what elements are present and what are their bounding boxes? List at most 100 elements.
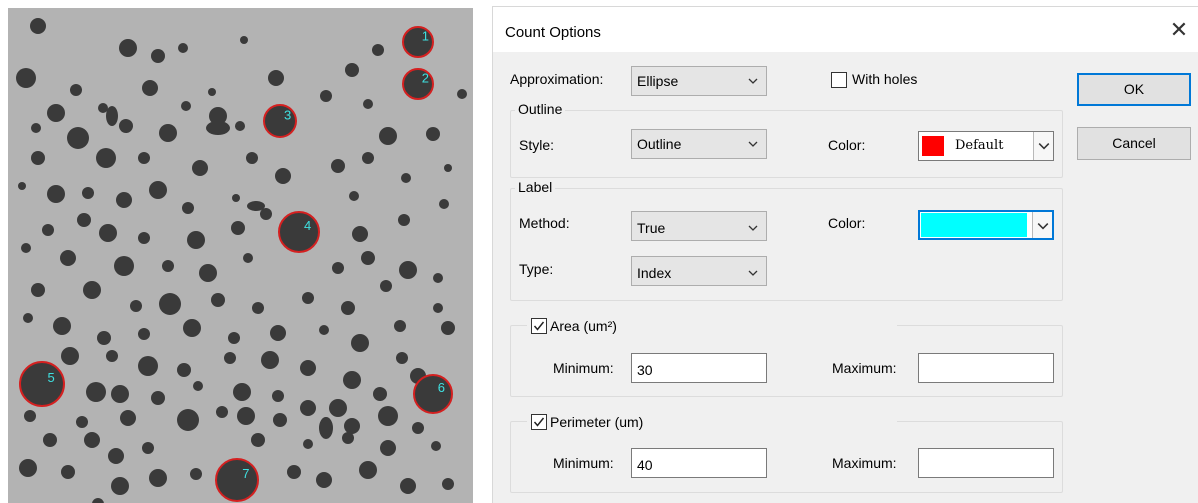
label-type-value: Index <box>637 265 672 281</box>
particle <box>183 319 201 337</box>
particle <box>187 231 205 249</box>
particle <box>182 202 194 214</box>
particle <box>159 124 177 142</box>
checkmark-icon <box>533 321 545 331</box>
particle <box>30 18 46 34</box>
perimeter-min-label: Minimum: <box>553 455 614 471</box>
particle <box>24 410 36 422</box>
dialog-title: Count Options <box>505 24 601 41</box>
area-checkbox[interactable] <box>531 318 547 334</box>
outlined-particle <box>278 211 320 253</box>
particle <box>216 406 228 418</box>
with-holes-checkbox[interactable] <box>831 72 847 88</box>
particle <box>76 416 88 428</box>
perimeter-max-label: Maximum: <box>832 455 897 471</box>
particle <box>21 243 31 253</box>
cancel-button[interactable]: Cancel <box>1077 127 1191 160</box>
particle <box>96 148 116 168</box>
approximation-value: Ellipse <box>637 73 679 89</box>
outline-color-label: Color: <box>828 137 866 153</box>
particle <box>224 352 236 364</box>
particle-micrograph: 1 2 3 4 5 6 7 <box>8 8 473 503</box>
particle <box>181 101 191 111</box>
label-method-value: True <box>637 220 666 236</box>
area-min-input[interactable]: 30 <box>631 353 767 383</box>
particle <box>457 89 467 99</box>
particle-index-label: 1 <box>422 29 429 44</box>
checkmark-icon <box>533 417 545 427</box>
particle <box>31 283 45 297</box>
particle <box>272 390 284 402</box>
particle <box>412 422 424 434</box>
particle-index-label: 6 <box>438 380 445 395</box>
label-method-label: Method: <box>519 215 570 231</box>
particle <box>235 121 245 131</box>
area-max-input[interactable] <box>918 353 1054 383</box>
ok-button[interactable]: OK <box>1077 73 1191 106</box>
particle <box>228 332 240 344</box>
outline-color-select[interactable]: Default <box>918 131 1054 161</box>
particle <box>60 250 76 266</box>
particle <box>98 103 108 113</box>
particle <box>16 68 36 88</box>
particle <box>394 320 406 332</box>
particle <box>319 325 329 335</box>
chevron-down-icon <box>748 141 758 147</box>
particle <box>42 224 54 236</box>
particle <box>86 382 106 402</box>
approximation-select[interactable]: Ellipse <box>631 66 767 96</box>
label-color-select[interactable] <box>918 210 1054 240</box>
particle <box>332 262 344 274</box>
particle <box>138 328 150 340</box>
particle <box>138 356 158 376</box>
particle <box>444 164 452 172</box>
particle <box>247 201 265 211</box>
particle <box>359 461 377 479</box>
particle <box>47 185 65 203</box>
particle <box>99 224 117 242</box>
particle <box>19 459 37 477</box>
area-title: Area (um²) <box>550 318 617 334</box>
particle <box>111 477 129 495</box>
particle <box>349 191 359 201</box>
with-holes-label: With holes <box>852 71 918 87</box>
count-options-dialog: Count Options ✕ Approximation: Ellipse W… <box>492 6 1198 503</box>
label-color-dropdown[interactable] <box>1032 212 1052 238</box>
particle <box>345 63 359 77</box>
particle <box>97 331 111 345</box>
particle <box>67 127 89 149</box>
particle <box>151 49 165 63</box>
particle <box>270 325 286 341</box>
outline-style-select[interactable]: Outline <box>631 129 767 159</box>
perimeter-max-input[interactable] <box>918 448 1054 478</box>
particle <box>300 360 316 376</box>
particle <box>396 352 408 364</box>
close-icon[interactable]: ✕ <box>1159 15 1198 49</box>
particle <box>193 381 203 391</box>
particle <box>159 293 181 315</box>
particle <box>352 226 368 242</box>
outline-color-dropdown[interactable] <box>1033 132 1053 160</box>
particle <box>442 478 454 490</box>
particle <box>398 214 410 226</box>
particle <box>261 351 279 369</box>
particle <box>231 221 245 235</box>
particle <box>61 347 79 365</box>
particle <box>149 181 167 199</box>
particle <box>70 84 82 96</box>
particle <box>378 406 398 426</box>
particle <box>211 293 225 307</box>
particle <box>151 391 165 405</box>
particle <box>192 160 208 176</box>
particle <box>206 121 230 135</box>
chevron-down-icon <box>748 78 758 84</box>
perimeter-min-input[interactable]: 40 <box>631 448 767 478</box>
particle <box>351 334 369 352</box>
particle <box>268 70 284 86</box>
label-method-select[interactable]: True <box>631 211 767 241</box>
particle <box>138 152 150 164</box>
perimeter-title: Perimeter (um) <box>550 414 644 430</box>
area-min-label: Minimum: <box>553 360 614 376</box>
label-type-select[interactable]: Index <box>631 256 767 286</box>
perimeter-checkbox[interactable] <box>531 414 547 430</box>
